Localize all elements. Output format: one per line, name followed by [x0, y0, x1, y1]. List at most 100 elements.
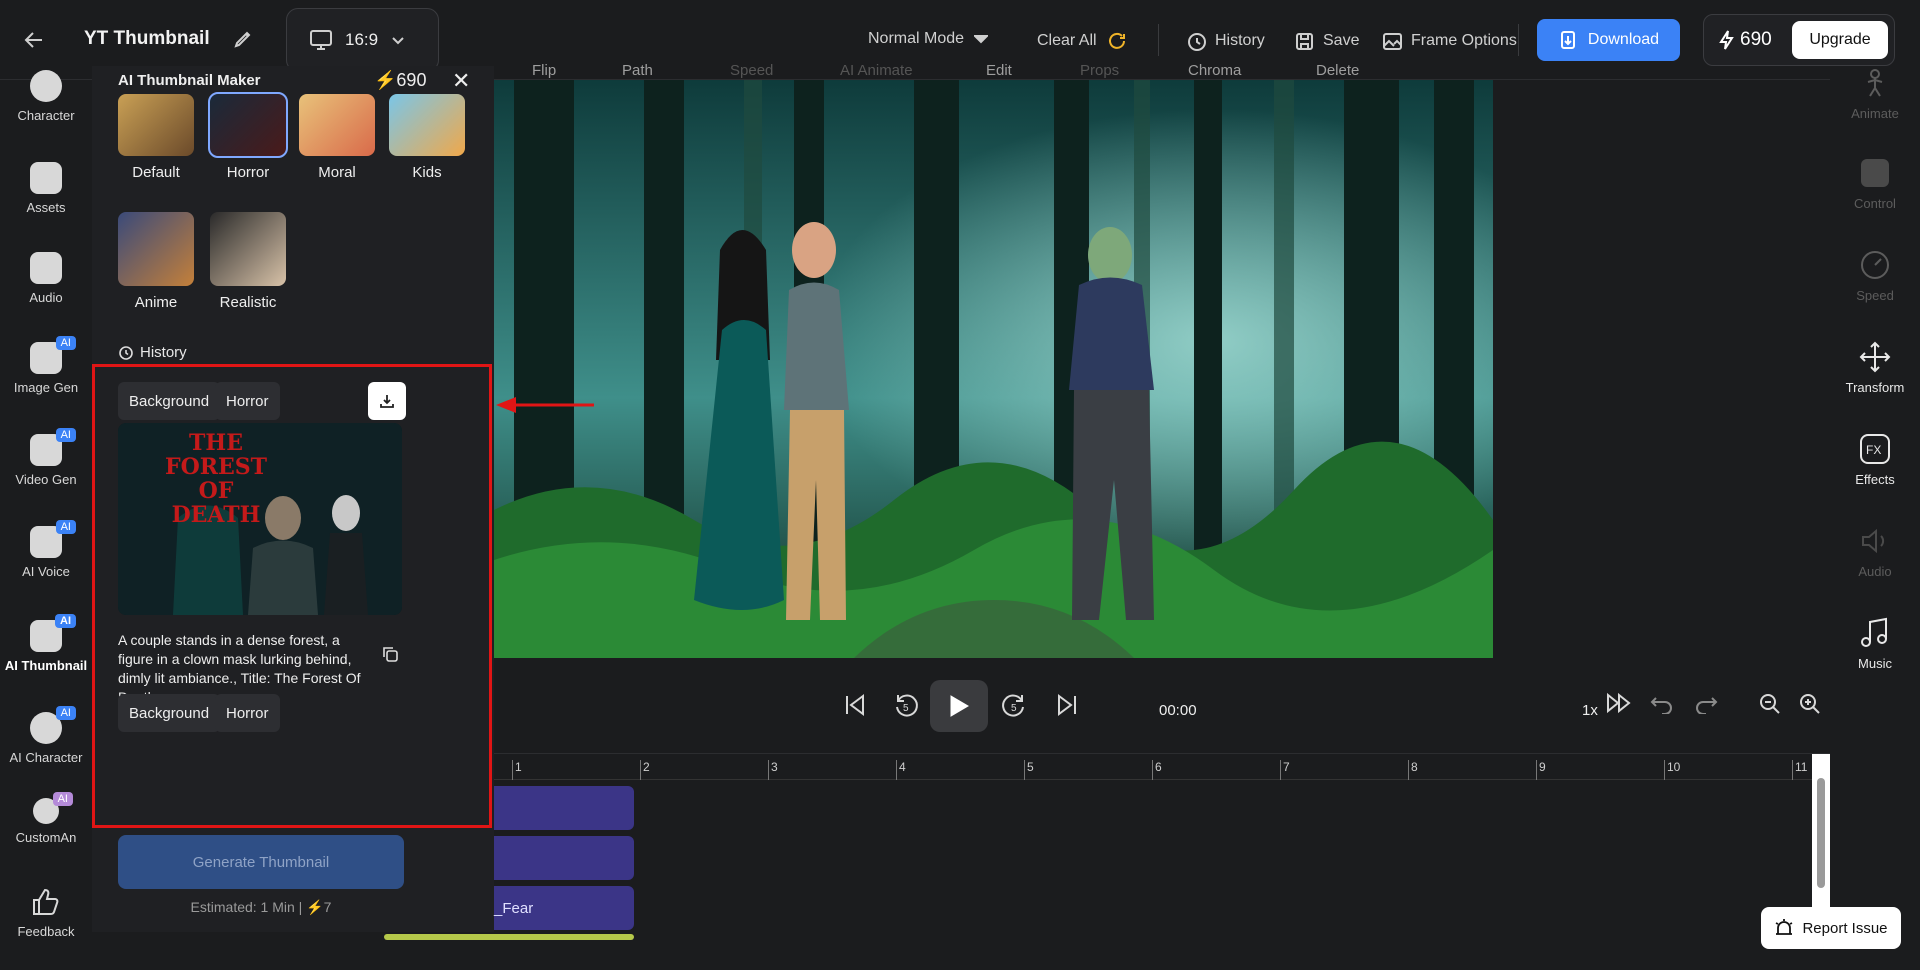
sidebar-item-transform[interactable]: Transform [1830, 340, 1920, 395]
download-file-icon [1560, 31, 1575, 49]
move-arrows-icon [1858, 340, 1892, 374]
lightning-icon [1719, 30, 1734, 50]
speaker-icon [1858, 524, 1892, 558]
user-circle-icon: AI [30, 706, 76, 744]
aspect-ratio-select[interactable]: 16:9 [286, 8, 439, 72]
sidebar-item-customan[interactable]: AI CustomAn [0, 792, 92, 845]
zoom-out-button[interactable] [1758, 692, 1782, 721]
annotation-arrow [496, 397, 594, 413]
zoom-in-icon [1800, 694, 1820, 714]
sidebar-item-label: AI Voice [22, 564, 70, 579]
clear-all-button[interactable]: Clear All [1037, 30, 1127, 52]
download-button[interactable]: Download [1537, 19, 1680, 61]
mode-select[interactable]: Normal Mode [868, 30, 989, 48]
frame-options-button[interactable]: Frame Options [1381, 30, 1517, 52]
timeline-clip[interactable] [494, 836, 634, 880]
sidebar-item-audio[interactable]: Audio [0, 252, 92, 305]
sidebar-item-music[interactable]: Music [1830, 616, 1920, 671]
sidebar-item-speed: Speed [1830, 248, 1920, 303]
tag-background[interactable]: Background [118, 694, 221, 732]
sidebar-item-ai-character[interactable]: AI AI Character [0, 706, 92, 765]
tag-background[interactable]: Background [118, 382, 221, 420]
toolbar-path[interactable]: Path [622, 62, 653, 79]
alarm-icon [1776, 919, 1793, 935]
sidebar-item-label: Video Gen [15, 472, 77, 487]
history-button[interactable]: History [1185, 30, 1265, 52]
toolbar-label: Flip [532, 62, 557, 79]
history-item-card: Background Horror THE FOREST OF DEATH A … [92, 364, 492, 828]
timeline-clip[interactable] [494, 786, 634, 830]
sidebar-item-feedback[interactable]: Feedback [0, 886, 92, 939]
sidebar-item-effects[interactable]: FX Effects [1830, 432, 1920, 487]
credits-box: 690 Upgrade [1703, 14, 1895, 66]
refresh-icon [1108, 32, 1125, 49]
playback-rate[interactable]: 1x [1582, 702, 1598, 719]
estimated-time: Estimated: 1 Min [190, 899, 295, 915]
style-anime[interactable]: Anime [118, 212, 194, 311]
rewind-5-button[interactable]: 5 [892, 692, 920, 725]
timeline-scrollbar[interactable] [1812, 754, 1830, 914]
sidebar-item-ai-thumbnail[interactable]: AI AI Thumbnail [0, 614, 92, 673]
scrollbar-thumb[interactable] [1817, 778, 1825, 888]
style-horror[interactable]: Horror [208, 92, 288, 181]
toolbar-flip[interactable]: Flip [532, 62, 556, 79]
style-kids[interactable]: Kids [389, 94, 465, 181]
tick: 9 [1536, 760, 1546, 780]
skip-end-button[interactable] [1054, 692, 1080, 723]
toolbar-label: AI Animate [840, 62, 913, 79]
sidebar-item-label: Audio [29, 290, 63, 305]
sidebar-item-character[interactable]: Character [0, 70, 92, 123]
thumbs-up-icon [30, 886, 62, 918]
frame-options-label: Frame Options [1411, 32, 1517, 49]
copy-prompt-button[interactable] [381, 645, 399, 668]
toolbar-edit[interactable]: Edit [986, 62, 1012, 79]
tag-horror[interactable]: Horror [215, 382, 280, 420]
report-issue-button[interactable]: Report Issue [1761, 907, 1901, 949]
style-default[interactable]: Default [118, 94, 194, 181]
style-moral[interactable]: Moral [299, 94, 375, 181]
report-issue-label: Report Issue [1802, 919, 1888, 937]
copy-icon [383, 647, 398, 662]
back-button[interactable] [22, 24, 54, 56]
history-icon [119, 345, 133, 360]
forest-scene-image[interactable] [494, 80, 1493, 658]
sidebar-item-assets[interactable]: Assets [0, 162, 92, 215]
ai-badge: AI [55, 520, 76, 534]
undo-button[interactable] [1650, 692, 1674, 719]
forward-5-button[interactable]: 5 [1000, 692, 1028, 725]
sidebar-item-ai-voice[interactable]: AI AI Voice [0, 520, 92, 579]
ai-badge: AI [52, 792, 73, 806]
tick: 1 [512, 760, 522, 780]
close-icon[interactable]: ✕ [452, 68, 470, 94]
skip-start-button[interactable] [842, 692, 868, 723]
sidebar-item-video-gen[interactable]: AI Video Gen [0, 428, 92, 487]
sidebar-item-label: AI Character [9, 750, 83, 765]
timeline-audio-track[interactable] [384, 934, 634, 940]
project-title: YT Thumbnail [84, 28, 210, 49]
generated-thumbnail-image[interactable]: THE FOREST OF DEATH [118, 423, 402, 615]
sidebar-item-control: Control [1830, 156, 1920, 211]
play-button[interactable] [930, 680, 988, 732]
svg-text:FX: FX [1866, 443, 1881, 457]
toolbar-chroma[interactable]: Chroma [1188, 62, 1241, 79]
history-icon [1188, 33, 1206, 51]
fast-forward-button[interactable] [1606, 692, 1632, 719]
svg-text:5: 5 [903, 703, 909, 714]
generate-thumbnail-button[interactable]: Generate Thumbnail [118, 835, 404, 889]
tag-horror[interactable]: Horror [215, 694, 280, 732]
timeline-clip[interactable]: _Fear [494, 886, 634, 930]
style-realistic[interactable]: Realistic [210, 212, 286, 311]
left-sidebar: Character Assets Audio AI Image Gen AI V… [0, 70, 92, 970]
video-icon: AI [30, 428, 76, 466]
redo-button[interactable] [1694, 692, 1718, 719]
style-label: Anime [134, 294, 178, 311]
upgrade-button[interactable]: Upgrade [1792, 21, 1888, 59]
edit-title-button[interactable] [232, 28, 254, 50]
history-section-label: History [118, 344, 187, 361]
sidebar-item-image-gen[interactable]: AI Image Gen [0, 336, 92, 395]
zoom-in-button[interactable] [1798, 692, 1822, 721]
history-download-button[interactable] [368, 382, 406, 420]
sidebar-item-label: Audio [1858, 564, 1892, 579]
save-button[interactable]: Save [1293, 30, 1359, 52]
toolbar-delete[interactable]: Delete [1316, 62, 1359, 79]
